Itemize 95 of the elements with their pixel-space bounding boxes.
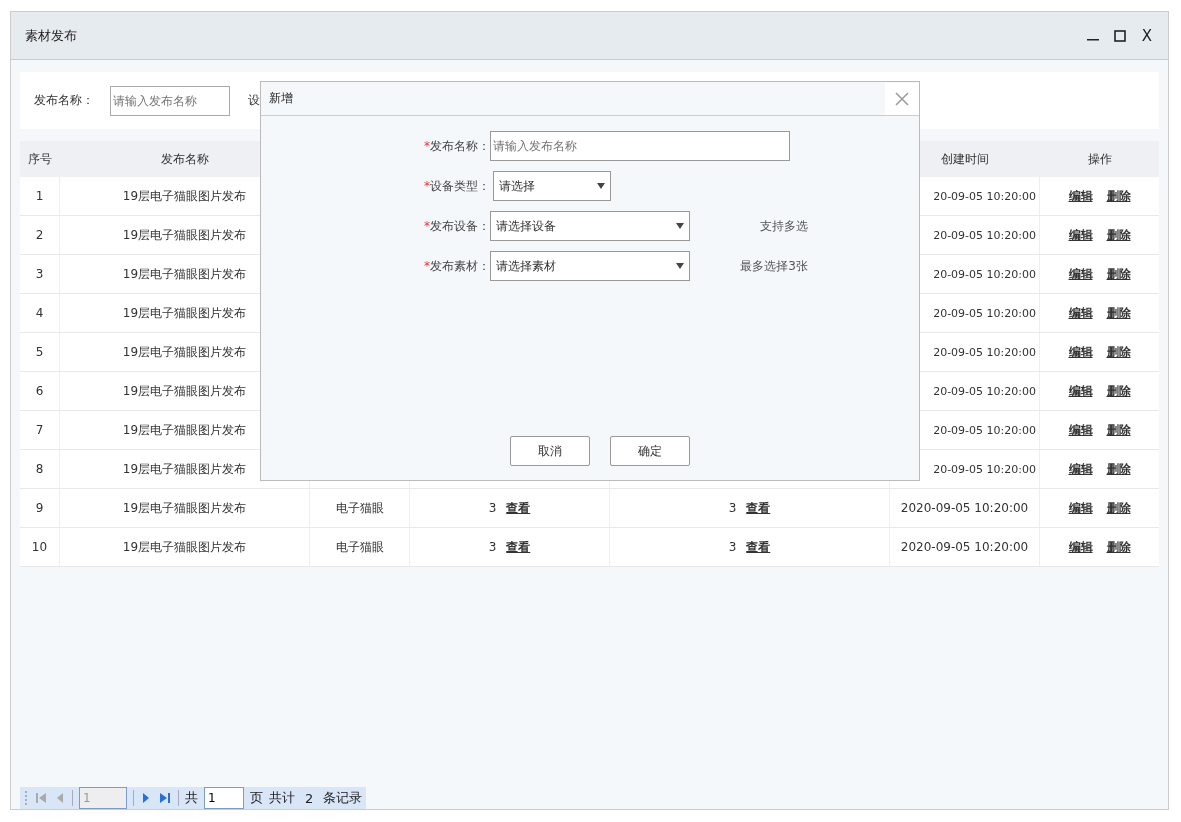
table-cell: 19层电子猫眼图片发布 <box>122 382 247 400</box>
column-header: 创建时间 <box>941 150 989 168</box>
edit-link[interactable]: 编辑 <box>1068 382 1093 400</box>
table-cell: 20-09-05 10:20:00 <box>933 462 1036 476</box>
field-label: *设备类型： <box>423 177 490 195</box>
edit-link[interactable]: 编辑 <box>1068 187 1093 205</box>
maximize-icon[interactable] <box>1113 29 1126 42</box>
grip-icon <box>24 790 28 806</box>
view-link[interactable]: 查看 <box>506 499 531 517</box>
edit-link[interactable]: 编辑 <box>1068 304 1093 322</box>
delete-link[interactable]: 删除 <box>1106 304 1131 322</box>
table-cell: 19层电子猫眼图片发布 <box>122 226 247 244</box>
delete-link[interactable]: 删除 <box>1106 187 1131 205</box>
table-cell: 4 <box>35 306 44 320</box>
table-cell: 19层电子猫眼图片发布 <box>122 343 247 361</box>
delete-link[interactable]: 删除 <box>1106 499 1131 517</box>
last-page-icon[interactable] <box>158 791 172 805</box>
table-cell: 19层电子猫眼图片发布 <box>122 304 247 322</box>
column-header: 发布名称 <box>161 150 209 168</box>
table-cell: 1 <box>35 189 44 203</box>
edit-link[interactable]: 编辑 <box>1068 226 1093 244</box>
table-cell: 3 <box>488 540 497 554</box>
input-field[interactable]: 请输入发布名称 <box>490 131 790 161</box>
cancel-button[interactable]: 取消 <box>510 436 590 466</box>
table-cell: 7 <box>35 423 44 437</box>
delete-link[interactable]: 删除 <box>1106 265 1131 283</box>
edit-link[interactable]: 编辑 <box>1068 499 1093 517</box>
table-cell: 20-09-05 10:20:00 <box>933 384 1036 398</box>
delete-link[interactable]: 删除 <box>1106 226 1131 244</box>
close-icon[interactable] <box>885 82 919 115</box>
edit-link[interactable]: 编辑 <box>1068 421 1093 439</box>
pager-label: 共计 <box>269 789 295 807</box>
table-cell: 20-09-05 10:20:00 <box>933 345 1036 359</box>
table-cell: 19层电子猫眼图片发布 <box>122 265 247 283</box>
table-cell: 2 <box>35 228 44 242</box>
table-cell: 5 <box>35 345 44 359</box>
dropdown-caret-icon <box>676 223 684 229</box>
table-cell: 电子猫眼 <box>335 538 384 556</box>
table-cell: 20-09-05 10:20:00 <box>933 306 1036 320</box>
dropdown-caret-icon <box>676 263 684 269</box>
field-label: *发布名称： <box>423 137 490 155</box>
table-cell: 2020-09-05 10:20:00 <box>900 540 1029 554</box>
table-cell: 9 <box>35 501 44 515</box>
pager-label: 页 <box>250 789 263 807</box>
view-link[interactable]: 查看 <box>506 538 531 556</box>
edit-link[interactable]: 编辑 <box>1068 538 1093 556</box>
table-cell: 20-09-05 10:20:00 <box>933 267 1036 281</box>
table-cell: 20-09-05 10:20:00 <box>933 189 1036 203</box>
table-cell: 3 <box>728 501 737 515</box>
close-button[interactable]: X <box>1139 26 1154 45</box>
table-cell: 2020-09-05 10:20:00 <box>900 501 1029 515</box>
table-cell: 19层电子猫眼图片发布 <box>122 187 247 205</box>
column-header: 序号 <box>28 150 52 168</box>
dialog-title: 新增 <box>269 90 293 107</box>
table-cell: 8 <box>35 462 44 476</box>
table-cell: 3 <box>488 501 497 515</box>
table-cell: 19层电子猫眼图片发布 <box>122 460 247 478</box>
table-cell: 3 <box>35 267 44 281</box>
delete-link[interactable]: 删除 <box>1106 382 1131 400</box>
table-cell: 电子猫眼 <box>335 499 384 517</box>
field-label: *发布素材： <box>423 257 490 275</box>
table-cell: 10 <box>31 540 48 554</box>
search-label: 设 <box>248 92 260 109</box>
search-field[interactable]: 请输入发布名称 <box>110 85 230 116</box>
edit-link[interactable]: 编辑 <box>1068 265 1093 283</box>
confirm-button[interactable]: 确定 <box>610 436 690 466</box>
pager-label: 条记录 <box>323 789 363 807</box>
table-cell: 19层电子猫眼图片发布 <box>122 499 247 517</box>
delete-link[interactable]: 删除 <box>1106 421 1131 439</box>
table-cell: 20-09-05 10:20:00 <box>933 423 1036 437</box>
table-cell: 6 <box>35 384 44 398</box>
field-hint: 最多选择3张 <box>739 257 808 275</box>
field-label: *发布设备： <box>423 217 490 235</box>
view-link[interactable]: 查看 <box>746 499 771 517</box>
field-hint: 支持多选 <box>759 217 808 235</box>
dropdown-caret-icon <box>597 183 605 189</box>
delete-link[interactable]: 删除 <box>1106 460 1131 478</box>
select-field[interactable]: 请选择 <box>493 171 611 201</box>
edit-link[interactable]: 编辑 <box>1068 343 1093 361</box>
edit-link[interactable]: 编辑 <box>1068 460 1093 478</box>
search-label: 发布名称： <box>34 92 95 109</box>
select-field[interactable]: 请选择设备 <box>490 211 690 241</box>
view-link[interactable]: 查看 <box>746 538 771 556</box>
delete-link[interactable]: 删除 <box>1106 343 1131 361</box>
window-title: 素材发布 <box>25 26 77 45</box>
delete-link[interactable]: 删除 <box>1106 538 1131 556</box>
pager-label: 共 <box>185 789 198 807</box>
page-number-field[interactable]: 1 <box>204 787 244 809</box>
table-cell: 19层电子猫眼图片发布 <box>122 538 247 556</box>
record-count: 2 <box>304 790 315 806</box>
table-cell: 19层电子猫眼图片发布 <box>122 421 247 439</box>
table-cell: 20-09-05 10:20:00 <box>933 228 1036 242</box>
select-field[interactable]: 请选择素材 <box>490 251 690 281</box>
column-header: 操作 <box>1087 150 1112 168</box>
table-cell: 3 <box>728 540 737 554</box>
